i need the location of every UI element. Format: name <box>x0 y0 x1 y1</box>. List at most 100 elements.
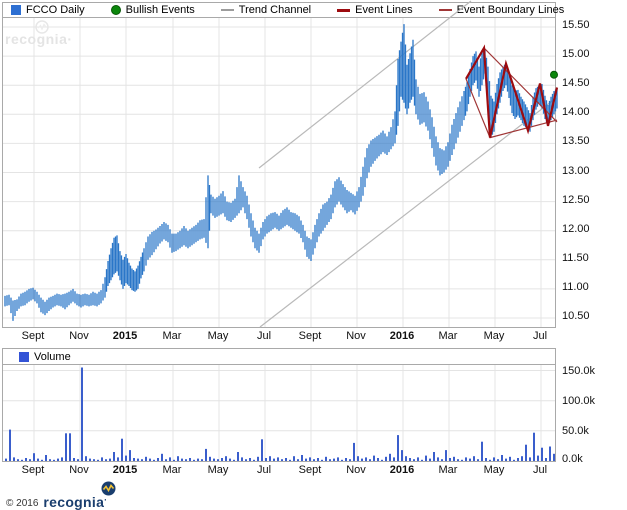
volume-bar <box>513 459 515 461</box>
x-axis-label: Sept <box>21 330 45 342</box>
volume-bar <box>149 458 151 461</box>
volume-bar <box>501 455 503 461</box>
volume-bar <box>321 459 323 461</box>
volume-bar <box>401 450 403 461</box>
x-axis-label: Jul <box>532 330 548 342</box>
volume-bar <box>109 458 111 461</box>
recognia-trademark: · <box>104 495 108 505</box>
volume-bar <box>393 457 395 461</box>
x-axis-label: 2016 <box>389 330 415 342</box>
legend-item-fcco-daily: FCCO Daily <box>11 4 85 16</box>
volume-bar <box>121 438 123 461</box>
volume-bar <box>545 458 547 461</box>
main-legend: FCCO Daily Bullish Events Trend Channel … <box>2 2 564 18</box>
volume-bar <box>273 458 275 461</box>
volume-bar <box>445 450 447 461</box>
volume-bar <box>373 455 375 461</box>
volume-bar <box>489 459 491 461</box>
volume-bar <box>509 456 511 461</box>
x-axis-label: Jul <box>532 464 548 476</box>
volume-bar <box>345 458 347 461</box>
volume-axis-label: 50.0k <box>562 425 589 437</box>
volume-bar <box>41 459 43 461</box>
price-axis-label: 13.00 <box>562 165 590 177</box>
legend-label: Event Lines <box>355 4 413 16</box>
x-axis-label: Mar <box>162 330 182 342</box>
volume-bar <box>349 459 351 461</box>
volume-bar <box>157 458 159 461</box>
volume-bar <box>433 452 435 461</box>
volume-bar <box>529 457 531 461</box>
volume-bar <box>365 457 367 461</box>
volume-bar <box>341 459 343 461</box>
volume-bar <box>241 457 243 461</box>
volume-bar <box>301 455 303 461</box>
volume-bar <box>457 459 459 461</box>
volume-bar <box>541 447 543 461</box>
volume-bar <box>481 441 483 461</box>
x-axis-label: Sept <box>21 464 45 476</box>
volume-axis-label: 0.0k <box>562 453 583 465</box>
volume-bar <box>61 457 63 461</box>
volume-bar <box>209 456 211 461</box>
price-axis-label: 15.50 <box>562 19 590 31</box>
volume-bar <box>493 457 495 461</box>
volume-bar <box>449 458 451 461</box>
volume-bar <box>229 458 231 461</box>
volume-bar <box>89 458 91 461</box>
volume-bar <box>353 442 355 461</box>
volume-bar <box>13 457 15 461</box>
volume-bar <box>417 457 419 461</box>
x-axis-label: Nov <box>346 330 366 342</box>
price-y-axis: 15.50 15.00 14.50 14.00 13.50 13.00 12.50 12.00… <box>562 17 622 328</box>
volume-bar <box>305 458 307 461</box>
volume-bar <box>237 452 239 461</box>
x-axis-label: May <box>207 464 229 476</box>
volume-bar <box>537 455 539 461</box>
x-axis-label: May <box>483 330 505 342</box>
recognia-wordmark: recognia <box>43 494 105 510</box>
volume-bar <box>205 448 207 461</box>
volume-bar <box>317 458 319 461</box>
volume-bar <box>357 456 359 461</box>
price-axis-label: 11.00 <box>562 281 589 293</box>
volume-bar <box>213 458 215 461</box>
volume-bar <box>473 456 475 461</box>
volume-bar <box>533 432 535 461</box>
event-lines-swatch-icon <box>337 8 351 12</box>
volume-bar <box>197 458 199 461</box>
volume-bar <box>477 459 479 461</box>
volume-bar <box>129 450 131 461</box>
volume-bar <box>453 456 455 461</box>
volume-bar <box>385 456 387 461</box>
recognia-logo-icon <box>101 481 116 496</box>
volume-bar <box>185 459 187 461</box>
volume-plot <box>3 365 555 461</box>
volume-bar <box>117 457 119 461</box>
volume-bar <box>429 458 431 461</box>
volume-y-axis: 150.0k 100.0k 50.0k 0.0k <box>562 364 622 465</box>
volume-bar <box>313 459 315 461</box>
volume-bar <box>245 459 247 461</box>
x-axis-label: Jul <box>256 464 272 476</box>
volume-bar <box>173 459 175 461</box>
volume-bar <box>293 456 295 461</box>
volume-bar <box>389 453 391 461</box>
volume-x-axis: Sept Nov 2015 Mar May Jul Sept Nov 2016 Mar May Jul <box>2 463 556 478</box>
volume-bar <box>105 459 107 461</box>
volume-bar <box>309 457 311 461</box>
legend-item-trend-channel: Trend Channel <box>220 4 312 16</box>
volume-bar <box>265 458 267 461</box>
legend-label: Trend Channel <box>238 4 312 16</box>
price-chart-pane <box>2 0 559 328</box>
price-x-axis: Sept Nov 2015 Mar May Jul Sept Nov 2016 Mar May Jul <box>2 329 556 344</box>
price-axis-label: 10.50 <box>562 310 590 322</box>
volume-bar <box>261 439 263 461</box>
bullish-event-dot <box>550 70 558 79</box>
volume-bar <box>269 456 271 461</box>
volume-bar <box>485 458 487 461</box>
price-axis-label: 13.50 <box>562 135 590 147</box>
x-axis-label: May <box>483 464 505 476</box>
x-axis-label: 2015 <box>112 330 138 342</box>
price-axis-label: 12.50 <box>562 194 590 206</box>
